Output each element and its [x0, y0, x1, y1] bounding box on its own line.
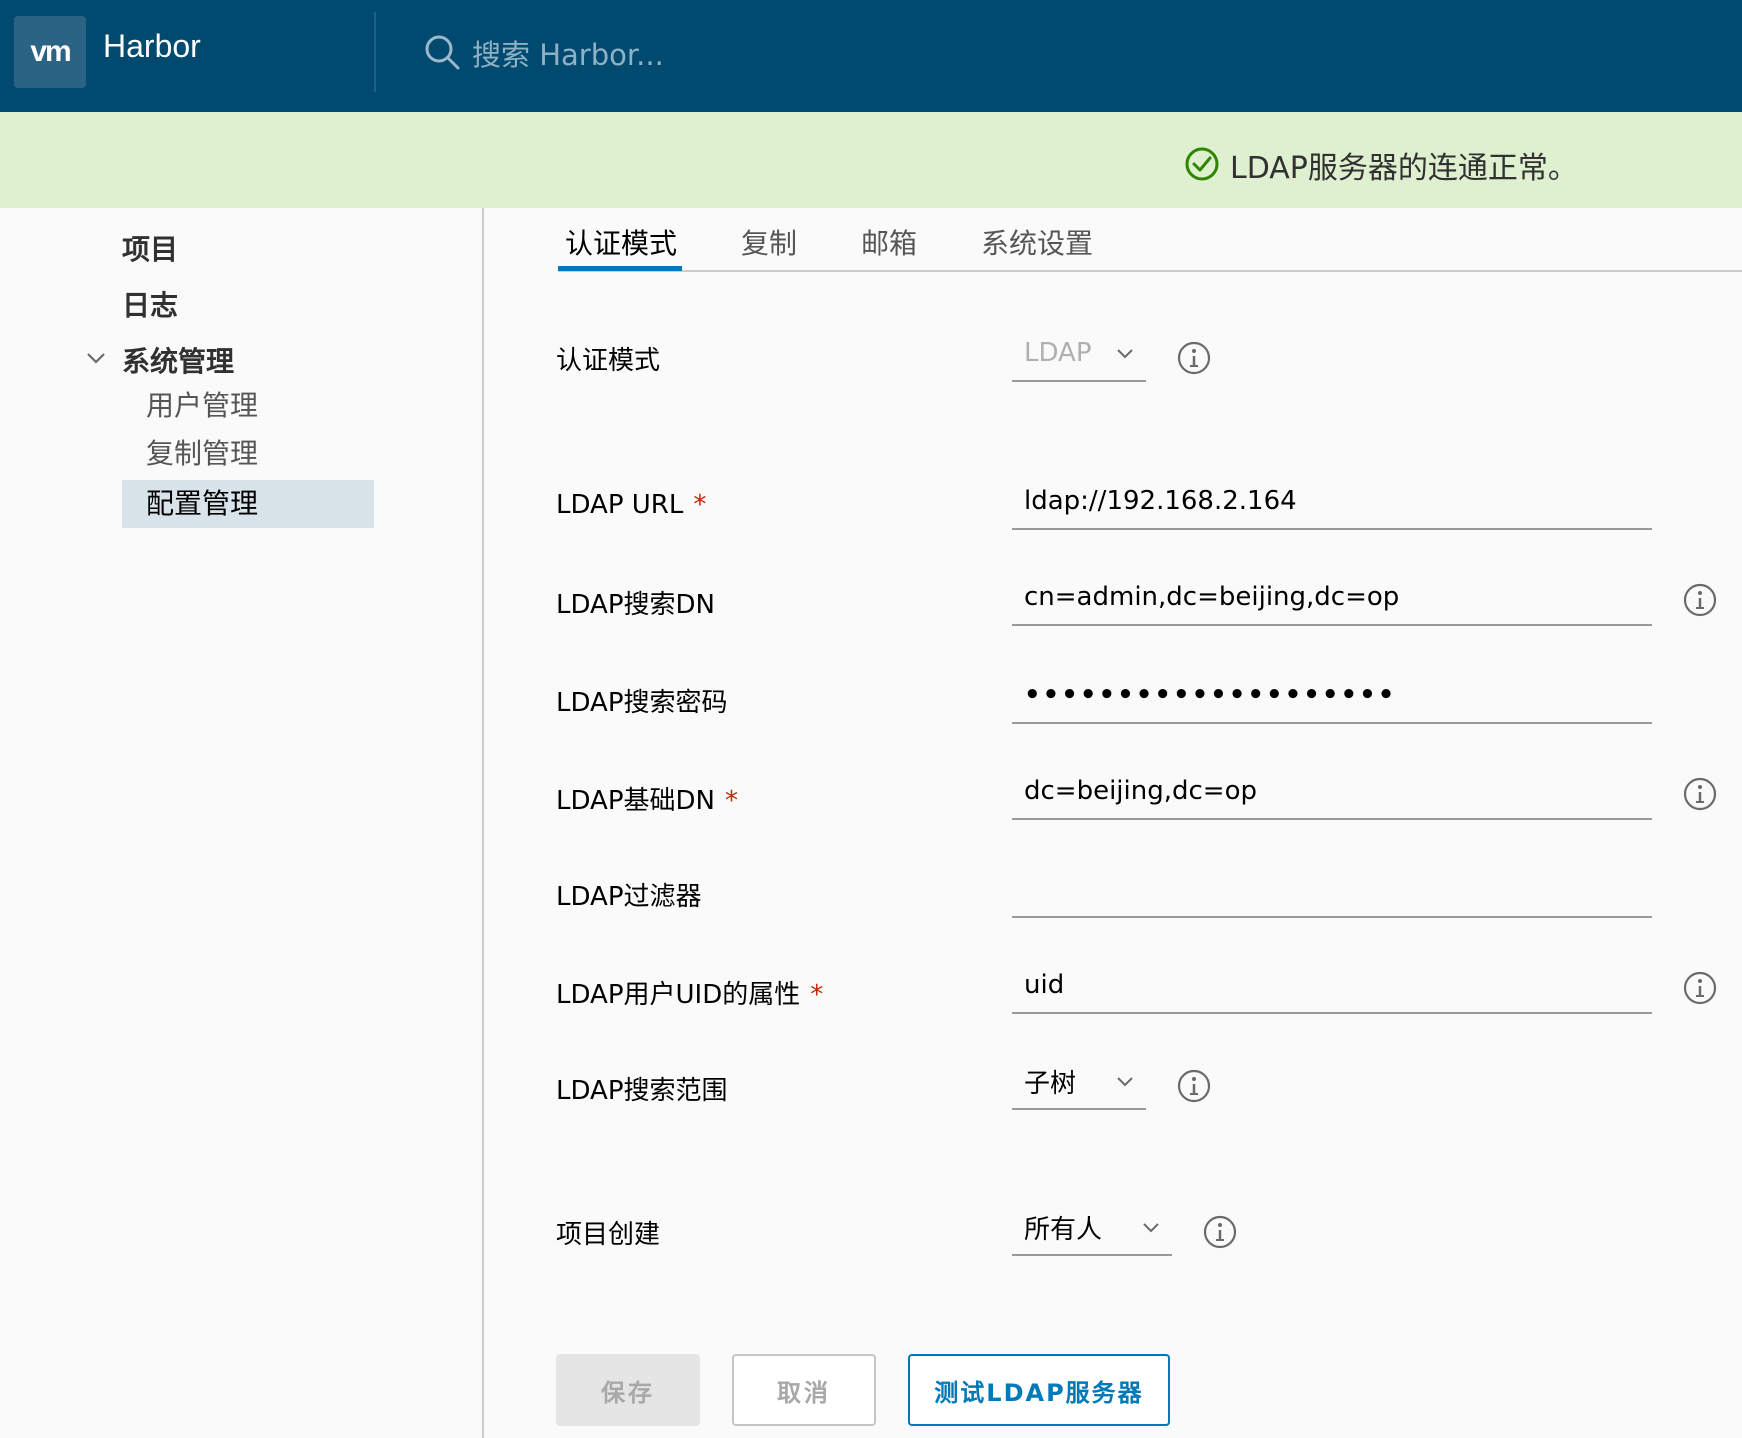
sidebar-item-projects[interactable]: 项目: [122, 228, 178, 268]
base-dn-label: LDAP基础DN *: [556, 786, 738, 816]
scope-value: 子树: [1024, 1068, 1077, 1099]
chevron-down-icon: [1143, 1223, 1159, 1233]
chevron-down-icon: [1117, 1077, 1133, 1087]
chevron-down-icon[interactable]: [84, 346, 108, 370]
project-creation-select[interactable]: 所有人: [1012, 1200, 1172, 1256]
chevron-down-icon: [1117, 349, 1133, 359]
save-button[interactable]: 保存: [556, 1354, 700, 1426]
tab-system-settings[interactable]: 系统设置: [981, 222, 1093, 262]
sidebar-item-user-management[interactable]: 用户管理: [122, 382, 374, 430]
auth-mode-value: LDAP: [1024, 338, 1092, 368]
app-header: vm Harbor: [0, 0, 1742, 112]
sidebar: 项目 日志 系统管理 用户管理 复制管理 配置管理: [0, 208, 484, 1438]
search-dn-label: LDAP搜索DN: [556, 590, 715, 620]
search-dn-input[interactable]: [1012, 570, 1652, 626]
tab-email[interactable]: 邮箱: [861, 222, 917, 262]
info-icon[interactable]: [1682, 776, 1718, 812]
info-icon[interactable]: [1682, 582, 1718, 618]
info-icon[interactable]: [1202, 1214, 1238, 1250]
config-tabs: 认证模式 复制 邮箱 系统设置: [484, 208, 1742, 272]
project-creation-value: 所有人: [1024, 1214, 1103, 1245]
filter-label: LDAP过滤器: [556, 882, 702, 912]
sidebar-item-replication-management[interactable]: 复制管理: [122, 430, 374, 478]
test-ldap-server-button[interactable]: 测试LDAP服务器: [908, 1354, 1170, 1426]
active-tab-indicator: [558, 266, 682, 271]
sidebar-item-logs[interactable]: 日志: [122, 284, 178, 324]
cancel-button[interactable]: 取消: [732, 1354, 876, 1426]
required-marker: *: [724, 786, 738, 816]
vmware-logo[interactable]: vm: [14, 16, 86, 88]
app-title[interactable]: Harbor: [103, 28, 201, 65]
search-icon: [425, 35, 460, 70]
check-circle-icon: [1185, 147, 1219, 181]
info-icon[interactable]: [1176, 340, 1212, 376]
ldap-url-input[interactable]: [1012, 474, 1652, 530]
search-password-input[interactable]: [1012, 668, 1652, 724]
tab-replication[interactable]: 复制: [741, 222, 797, 262]
filter-input[interactable]: [1012, 862, 1652, 918]
auth-mode-select[interactable]: LDAP: [1012, 326, 1146, 382]
base-dn-input[interactable]: [1012, 764, 1652, 820]
project-creation-label: 项目创建: [556, 1220, 661, 1250]
scope-select[interactable]: 子树: [1012, 1054, 1146, 1110]
success-alert: LDAP服务器的连通正常。: [0, 112, 1742, 208]
tab-auth-mode[interactable]: 认证模式: [565, 222, 677, 262]
ldap-url-label: LDAP URL *: [556, 490, 707, 520]
sidebar-item-configuration[interactable]: 配置管理: [122, 480, 374, 528]
scope-label: LDAP搜索范围: [556, 1076, 728, 1106]
info-icon[interactable]: [1682, 970, 1718, 1006]
info-icon[interactable]: [1176, 1068, 1212, 1104]
header-divider: [374, 12, 376, 92]
uid-input[interactable]: [1012, 958, 1652, 1014]
auth-mode-label: 认证模式: [556, 346, 661, 376]
tabs-divider: [558, 270, 1742, 272]
uid-label: LDAP用户UID的属性 *: [556, 980, 824, 1010]
alert-message: LDAP服务器的连通正常。: [1230, 151, 1578, 186]
search-input[interactable]: [470, 34, 974, 76]
required-marker: *: [810, 980, 824, 1010]
sidebar-item-administration[interactable]: 系统管理: [122, 340, 234, 380]
search-password-label: LDAP搜索密码: [556, 688, 728, 718]
required-marker: *: [693, 490, 707, 520]
